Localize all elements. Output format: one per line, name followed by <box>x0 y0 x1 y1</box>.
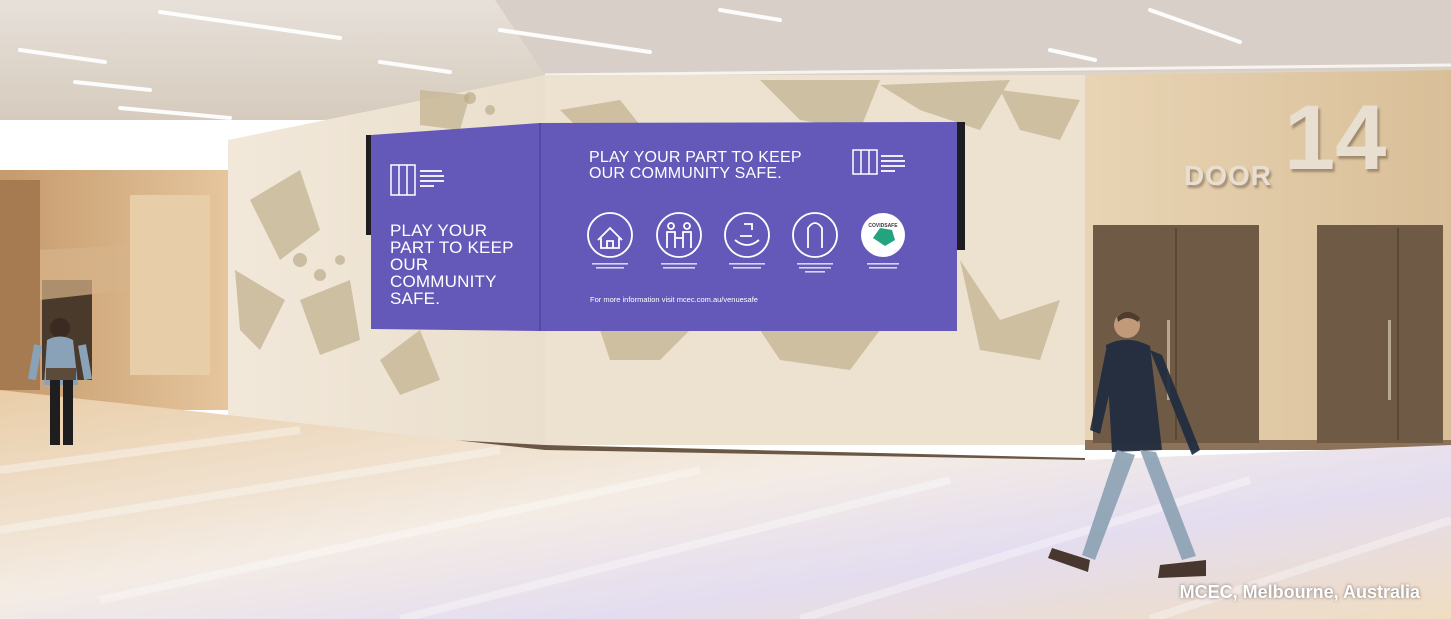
photo-caption: MCEC, Melbourne, Australia <box>1179 582 1420 602</box>
venue-photo: COVIDSAFE <box>0 0 1451 619</box>
covidsafe-badge-text: COVIDSAFE <box>868 223 898 229</box>
door-sign-word: DOOR <box>1184 160 1272 191</box>
screen-right-headline: PLAY YOUR PART TO KEEP OUR COMMUNITY SAF… <box>589 149 802 182</box>
screen-left-headline: PLAY YOUR PART TO KEEP OUR COMMUNITY SAF… <box>390 221 514 308</box>
photo-scene: COVIDSAFE PLAY YOUR PART TO KEEP OUR COM… <box>0 0 1451 619</box>
screen-footer-text: For more information visit mcec.com.au/v… <box>590 295 758 304</box>
door-sign-number: 14 <box>1284 87 1387 189</box>
